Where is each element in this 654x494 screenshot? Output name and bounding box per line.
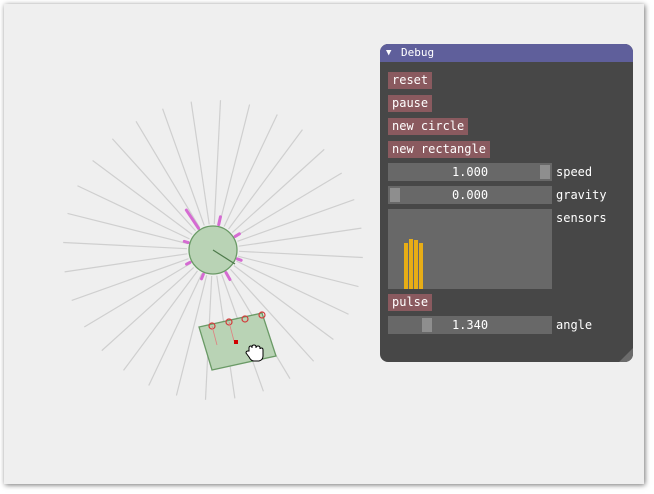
- sensor-hit-mark: [217, 215, 222, 227]
- sensor-hit-mark: [185, 260, 192, 266]
- angle-slider[interactable]: 1.340: [388, 316, 552, 334]
- app-window: ▼ Debug reset pause new circle new recta…: [4, 4, 644, 484]
- sensor-hit-mark: [200, 272, 205, 281]
- pause-button[interactable]: pause: [388, 95, 433, 112]
- pulse-button[interactable]: pulse: [388, 294, 433, 311]
- new-rectangle-button[interactable]: new rectangle: [388, 141, 490, 158]
- sensor-bar: [409, 239, 413, 289]
- sensor-ray: [83, 262, 191, 328]
- angle-label: angle: [556, 318, 593, 332]
- sensor-ray: [148, 273, 203, 386]
- sensor-ray: [63, 241, 188, 250]
- sensor-ray: [237, 199, 355, 242]
- sensors-label: sensors: [556, 211, 607, 225]
- gravity-value: 0.000: [451, 188, 489, 202]
- gravity-slider[interactable]: 0.000: [388, 186, 552, 204]
- reset-button[interactable]: reset: [388, 72, 433, 89]
- sensor-hit-mark: [182, 239, 190, 245]
- sensor-ray: [162, 108, 205, 226]
- sensor-ray: [236, 260, 349, 315]
- gravity-label: gravity: [556, 188, 607, 202]
- debug-panel[interactable]: ▼ Debug reset pause new circle new recta…: [380, 44, 633, 362]
- sensor-ray: [238, 250, 363, 259]
- sensor-hit-mark: [233, 232, 241, 238]
- sensor-ray: [135, 120, 201, 228]
- sensor-bar: [404, 243, 408, 289]
- sensor-ray: [64, 253, 188, 273]
- resize-grip-icon[interactable]: [619, 348, 633, 362]
- sensor-ray: [71, 258, 189, 301]
- debug-title-bar[interactable]: ▼ Debug: [380, 44, 633, 62]
- center-of-mass-marker: [234, 340, 238, 344]
- sensor-ray: [223, 114, 278, 227]
- sensor-ray: [235, 172, 343, 238]
- sensor-ray: [77, 185, 190, 240]
- sensor-hit-mark: [235, 257, 243, 262]
- speed-label: speed: [556, 165, 593, 179]
- debug-title: Debug: [401, 46, 435, 59]
- collapse-triangle-icon[interactable]: ▼: [386, 44, 391, 62]
- angle-value: 1.340: [451, 318, 489, 332]
- sensor-ray: [238, 227, 362, 247]
- speed-slider[interactable]: 1.000: [388, 163, 552, 181]
- sensor-hit-mark: [184, 208, 201, 230]
- sensors-histogram: [388, 209, 552, 289]
- sensor-ray: [190, 101, 210, 225]
- new-circle-button[interactable]: new circle: [388, 118, 469, 135]
- sensor-hit-mark: [224, 271, 232, 281]
- sensor-bar: [419, 243, 423, 289]
- sensor-bar: [414, 240, 418, 289]
- speed-value: 1.000: [451, 165, 489, 179]
- sensor-ray: [213, 100, 222, 225]
